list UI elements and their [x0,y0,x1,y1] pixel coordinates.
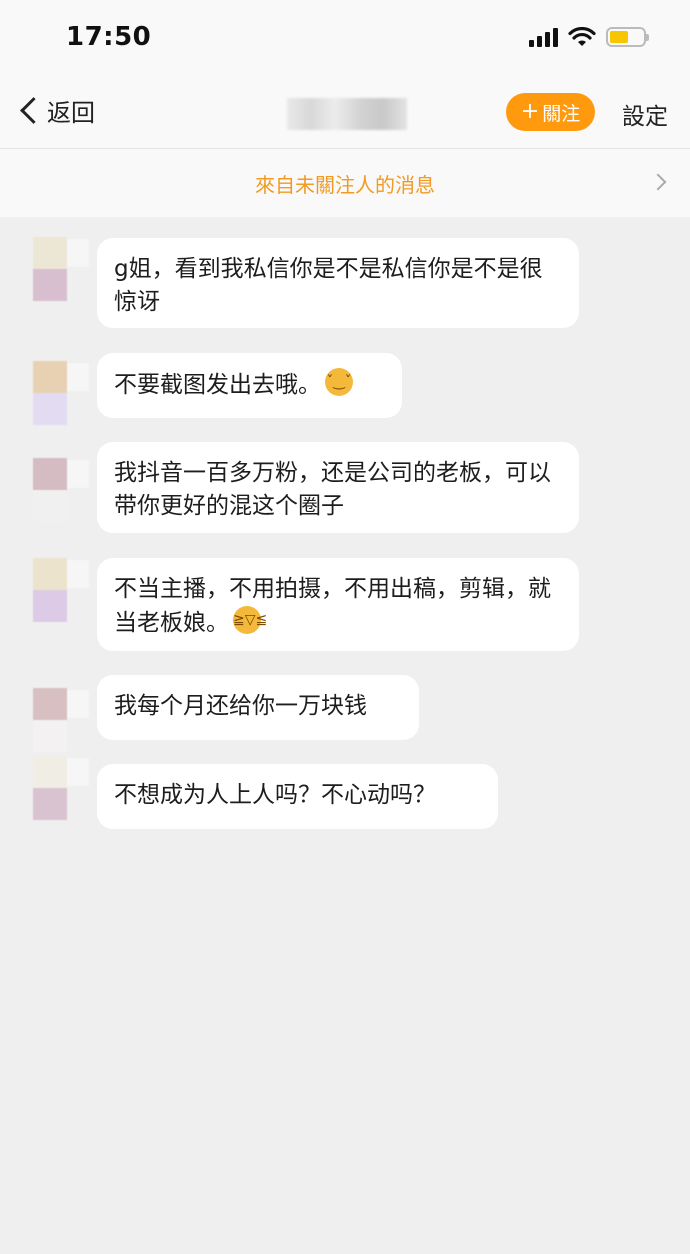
avatar[interactable] [33,756,89,820]
battery-icon [606,27,649,47]
message-text: 我每个月还给你一万块钱 [114,693,367,719]
message-text: g姐，看到我私信你是不是私信你是不是很惊讶 [114,256,543,315]
avatar[interactable] [33,688,89,752]
plus-icon: + [520,99,540,124]
chevron-left-icon [20,97,47,124]
status-icons [529,27,649,47]
blurred-username [287,98,407,130]
status-bar: 17:50 [0,0,690,80]
grin-emoji-icon: ≧▽≦ [233,606,267,634]
message-bubble[interactable]: 我抖音一百多万粉，还是公司的老板，可以带你更好的混这个圈子 [97,442,579,533]
signal-icon [529,27,558,47]
message-text: 不要截图发出去哦。 [114,372,321,398]
message-bubble[interactable]: g姐，看到我私信你是不是私信你是不是很惊讶 [97,238,579,328]
avatar[interactable] [33,237,89,301]
avatar[interactable] [33,361,89,425]
avatar[interactable] [33,558,89,622]
smirk-emoji-icon: ˇ‿ˇ [325,368,353,396]
follow-label: 關注 [542,102,581,125]
message-text: 不当主播，不用拍摄，不用出稿，剪辑，就当老板娘。 [114,576,551,636]
banner-text: 來自未關注人的消息 [255,173,435,197]
message-text: 不想成为人上人吗？不心动吗？ [114,782,436,808]
status-time: 17:50 [66,22,152,52]
message-bubble[interactable]: 不要截图发出去哦。 ˇ‿ˇ [97,353,402,418]
message-bubble[interactable]: 不当主播，不用拍摄，不用出稿，剪辑，就当老板娘。 ≧▽≦ [97,558,579,651]
message-bubble[interactable]: 我每个月还给你一万块钱 [97,675,419,740]
back-button[interactable]: 返回 [16,93,95,128]
follow-button[interactable]: + 關注 [506,93,595,131]
message-text: 我抖音一百多万粉，还是公司的老板，可以带你更好的混这个圈子 [114,460,551,519]
nav-bar: 返回 + 關注 設定 [0,80,690,149]
back-label: 返回 [47,99,95,127]
stranger-message-banner[interactable]: 來自未關注人的消息 [0,149,690,217]
wifi-icon [568,27,596,46]
message-bubble[interactable]: 不想成为人上人吗？不心动吗？ [97,764,498,829]
avatar[interactable] [33,458,89,522]
settings-button[interactable]: 設定 [622,97,668,131]
